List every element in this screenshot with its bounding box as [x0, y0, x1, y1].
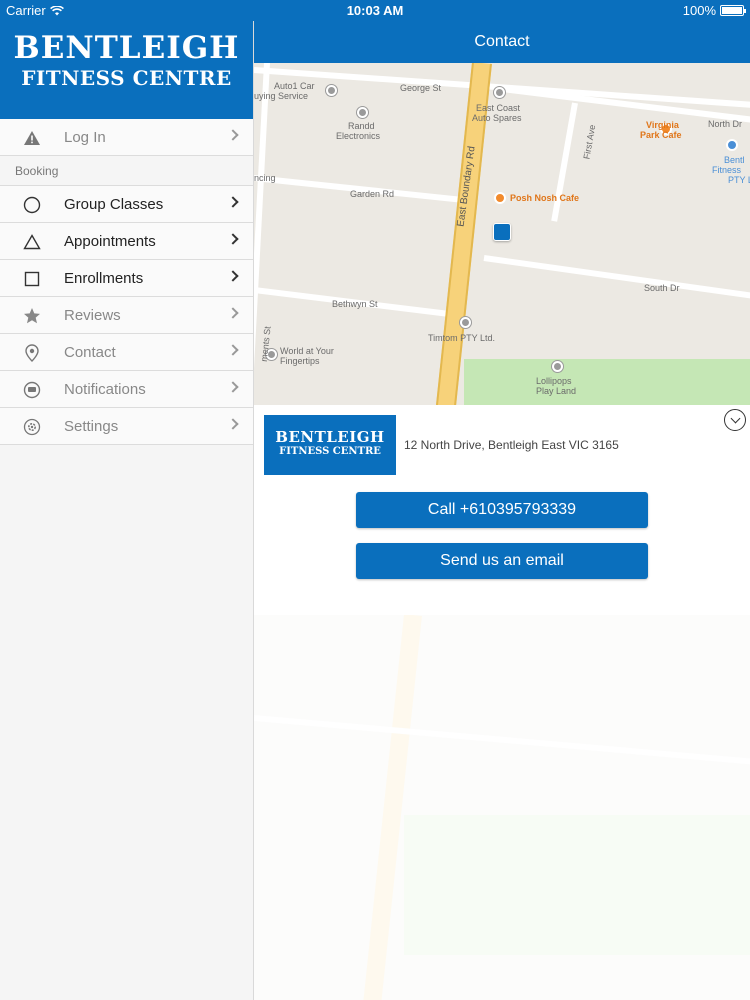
road-first-ave: [551, 102, 578, 222]
road-faded: [254, 715, 750, 765]
sidebar-item-contact[interactable]: Contact: [0, 334, 253, 371]
map-label: PTY L: [728, 175, 750, 185]
sidebar-item-settings[interactable]: Settings: [0, 408, 253, 445]
map-label: ncing: [254, 173, 276, 183]
business-address: 12 North Drive, Bentleigh East VIC 3165: [404, 438, 619, 452]
chevron-right-icon: [227, 307, 239, 319]
square-icon: [22, 269, 42, 289]
map-label: Auto1 Car: [274, 81, 315, 91]
map-label: Timtom PTY Ltd.: [428, 333, 496, 343]
map-label: George St: [400, 83, 442, 93]
battery-percent: 100%: [682, 3, 716, 18]
clock: 10:03 AM: [346, 3, 404, 18]
map-label: Lollipops: [536, 376, 572, 386]
sidebar-item-label: Reviews: [64, 306, 121, 324]
sidebar-item-log-in[interactable]: Log In: [0, 119, 253, 156]
contact-info-panel: BENTLEIGH FITNESS CENTRE 12 North Drive,…: [254, 405, 750, 615]
battery-icon: [720, 5, 746, 16]
map-label: First Ave: [581, 123, 598, 161]
chevron-right-icon: [227, 344, 239, 356]
location-pin-icon: [22, 343, 42, 363]
map-label: Posh Nosh Cafe: [510, 193, 580, 203]
poi-auto1-icon: [326, 85, 337, 96]
map-label: uying Service: [254, 91, 309, 101]
map-label: Park Cafe: [640, 130, 682, 140]
park-area: [464, 359, 750, 405]
sidebar-item-label: Group Classes: [64, 195, 164, 213]
chevron-right-icon: [227, 196, 239, 208]
map-label: East Coast: [476, 103, 521, 113]
sidebar-item-label: Appointments: [64, 232, 156, 250]
chevron-right-icon: [227, 418, 239, 430]
main-panel: Contact Auto1 Car uying Service George S…: [254, 21, 750, 1000]
map-label: Play Land: [536, 386, 577, 396]
map-label: Fingertips: [280, 356, 320, 366]
map-label: Bethwyn St: [332, 299, 378, 309]
business-logo: BENTLEIGH FITNESS CENTRE: [264, 415, 396, 475]
sidebar-item-label: Enrollments: [64, 269, 144, 287]
sidebar-item-reviews[interactable]: Reviews: [0, 297, 253, 334]
sidebar-item-appointments[interactable]: Appointments: [0, 223, 253, 260]
poi-business-icon: [726, 139, 738, 151]
road-south-dr: [483, 255, 750, 300]
circle-icon: [22, 195, 42, 215]
map-label: World at Your: [280, 346, 334, 356]
battery-indicator: 100%: [682, 3, 746, 18]
poi-cafe-icon: [494, 192, 506, 204]
chevron-right-icon: [227, 270, 239, 282]
map-label: Garden Rd: [350, 189, 395, 199]
brand-line-1: BENTLEIGH: [13, 30, 240, 66]
chat-bubble-icon: [22, 380, 42, 400]
sidebar-item-group-classes[interactable]: Group Classes: [0, 186, 253, 223]
sidebar-item-label: Settings: [64, 417, 119, 435]
warning-icon: [22, 128, 42, 148]
email-button[interactable]: Send us an email: [356, 543, 648, 579]
brand-line-2: FITNESS CENTRE: [21, 66, 232, 90]
collapse-chevron-icon[interactable]: [724, 409, 746, 431]
poi-randd-icon: [357, 107, 368, 118]
sidebar-item-label: Log In: [64, 128, 106, 146]
map-label: Auto Spares: [472, 113, 522, 123]
chevron-right-icon: [227, 381, 239, 393]
map-label: Virginia: [646, 120, 679, 130]
chevron-right-icon: [227, 129, 239, 141]
park-faded: [404, 815, 750, 955]
map-label: Bentl: [724, 155, 745, 165]
sidebar-item-enrollments[interactable]: Enrollments: [0, 260, 253, 297]
triangle-icon: [22, 232, 42, 252]
sidebar: BENTLEIGH FITNESS CENTRE Log In Booking …: [0, 21, 254, 1000]
map-label: South Dr: [644, 283, 680, 293]
logo-line-1: BENTLEIGH: [275, 428, 385, 446]
brand-logo: BENTLEIGH FITNESS CENTRE: [0, 21, 253, 119]
business-location-marker[interactable]: [493, 223, 511, 241]
logo-line-2: FITNESS CENTRE: [279, 446, 381, 457]
section-label-booking: Booking: [0, 156, 253, 186]
gear-icon: [22, 417, 42, 437]
map-label: Randd: [348, 121, 375, 131]
poi-lollipops-icon: [552, 361, 563, 372]
chevron-right-icon: [227, 233, 239, 245]
sidebar-item-notifications[interactable]: Notifications: [0, 371, 253, 408]
map-label: Fitness: [712, 165, 742, 175]
sidebar-item-label: Notifications: [64, 380, 146, 398]
map-label: North Dr: [708, 119, 743, 129]
poi-timtom-icon: [460, 317, 471, 328]
poi-eastcoast-icon: [494, 87, 505, 98]
call-button[interactable]: Call +610395793339: [356, 492, 648, 528]
map-view[interactable]: Auto1 Car uying Service George St East C…: [254, 63, 750, 405]
faded-map-background: [254, 615, 750, 1000]
sidebar-item-label: Contact: [64, 343, 116, 361]
page-title: Contact: [254, 21, 750, 63]
star-icon: [22, 306, 42, 326]
map-label: Electronics: [336, 131, 381, 141]
status-bar: Carrier 10:03 AM 100%: [0, 0, 750, 21]
